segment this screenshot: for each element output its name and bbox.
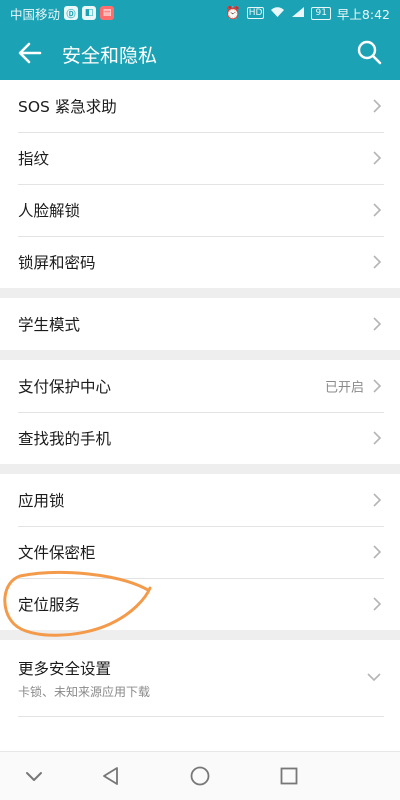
- row-label: 人脸解锁: [18, 202, 81, 220]
- row-subtitle: 卡锁、未知来源应用下载: [18, 684, 151, 699]
- signal-icon: [291, 6, 305, 21]
- section-divider: [0, 630, 400, 640]
- section-divider: [0, 464, 400, 474]
- row-label: 文件保密柜: [18, 544, 96, 562]
- home-circle-icon[interactable]: [188, 764, 212, 788]
- status-bar: 中国移动 Ⓓ ◧ ▤ ⏰ HD 91 早上8:42: [0, 0, 400, 26]
- wifi-icon: [270, 6, 285, 21]
- fingerprint-row[interactable]: 指纹: [0, 132, 400, 184]
- row-label: 支付保护中心: [18, 378, 112, 396]
- chevron-right-icon: [373, 431, 382, 445]
- chevron-right-icon: [373, 597, 382, 611]
- row-label: 查找我的手机: [18, 430, 112, 448]
- clock: 早上8:42: [336, 6, 390, 22]
- more-security-settings-row[interactable]: 更多安全设置 卡锁、未知来源应用下载: [0, 640, 400, 716]
- settings-group-biometrics: SOS 紧急求助 指纹 人脸解锁 锁屏和密码: [0, 80, 400, 288]
- section-divider: [0, 288, 400, 298]
- chevron-right-icon: [373, 379, 382, 393]
- chevron-right-icon: [373, 545, 382, 559]
- settings-list: SOS 紧急求助 指纹 人脸解锁 锁屏和密码 学生模式 支付保护中心 已开启 查…: [0, 80, 400, 717]
- app-lock-row[interactable]: 应用锁: [0, 474, 400, 526]
- location-services-row[interactable]: 定位服务: [0, 578, 400, 630]
- chevron-right-icon: [373, 493, 382, 507]
- settings-group-apps: 应用锁 文件保密柜 定位服务: [0, 474, 400, 630]
- settings-group-payment: 支付保护中心 已开启 查找我的手机: [0, 360, 400, 464]
- chevron-right-icon: [373, 255, 382, 269]
- back-arrow-icon[interactable]: [16, 40, 44, 66]
- find-my-phone-row[interactable]: 查找我的手机: [0, 412, 400, 464]
- sos-emergency-row[interactable]: SOS 紧急求助: [0, 80, 400, 132]
- chevron-right-icon: [373, 203, 382, 217]
- row-label: 更多安全设置: [18, 659, 112, 678]
- system-nav-bar: [0, 751, 400, 800]
- row-label: 锁屏和密码: [18, 254, 96, 272]
- app-notification-icon: Ⓓ: [64, 6, 79, 20]
- collapse-icon[interactable]: [22, 764, 46, 788]
- battery-indicator: 91: [311, 6, 331, 20]
- chevron-right-icon: [373, 317, 382, 331]
- page-title: 安全和隐私: [62, 45, 158, 67]
- payment-protection-row[interactable]: 支付保护中心 已开启: [0, 360, 400, 412]
- app-notification-icon: ▤: [100, 6, 115, 20]
- row-separator: [18, 716, 384, 717]
- recents-square-icon[interactable]: [277, 764, 301, 788]
- settings-group-more: 更多安全设置 卡锁、未知来源应用下载: [0, 640, 400, 717]
- alarm-icon: ⏰: [225, 5, 241, 20]
- app-bar: 安全和隐私: [0, 26, 400, 80]
- section-divider: [0, 350, 400, 360]
- row-label: 定位服务: [18, 596, 81, 614]
- face-unlock-row[interactable]: 人脸解锁: [0, 184, 400, 236]
- status-value: 已开启: [324, 380, 364, 396]
- row-label: 指纹: [18, 150, 50, 168]
- search-icon[interactable]: [356, 39, 382, 65]
- app-notification-icon: ◧: [82, 6, 97, 20]
- carrier-label: 中国移动: [10, 6, 61, 22]
- student-mode-row[interactable]: 学生模式: [0, 298, 400, 350]
- row-label: 应用锁: [18, 492, 65, 510]
- row-label: 学生模式: [18, 316, 81, 334]
- chevron-right-icon: [373, 99, 382, 113]
- row-label: SOS 紧急求助: [18, 98, 117, 116]
- lockscreen-password-row[interactable]: 锁屏和密码: [0, 236, 400, 288]
- settings-group-student: 学生模式: [0, 298, 400, 350]
- file-safe-row[interactable]: 文件保密柜: [0, 526, 400, 578]
- chevron-right-icon: [373, 151, 382, 165]
- hd-icon: HD: [246, 7, 265, 19]
- chevron-down-icon: [367, 673, 381, 682]
- back-triangle-icon[interactable]: [99, 764, 123, 788]
